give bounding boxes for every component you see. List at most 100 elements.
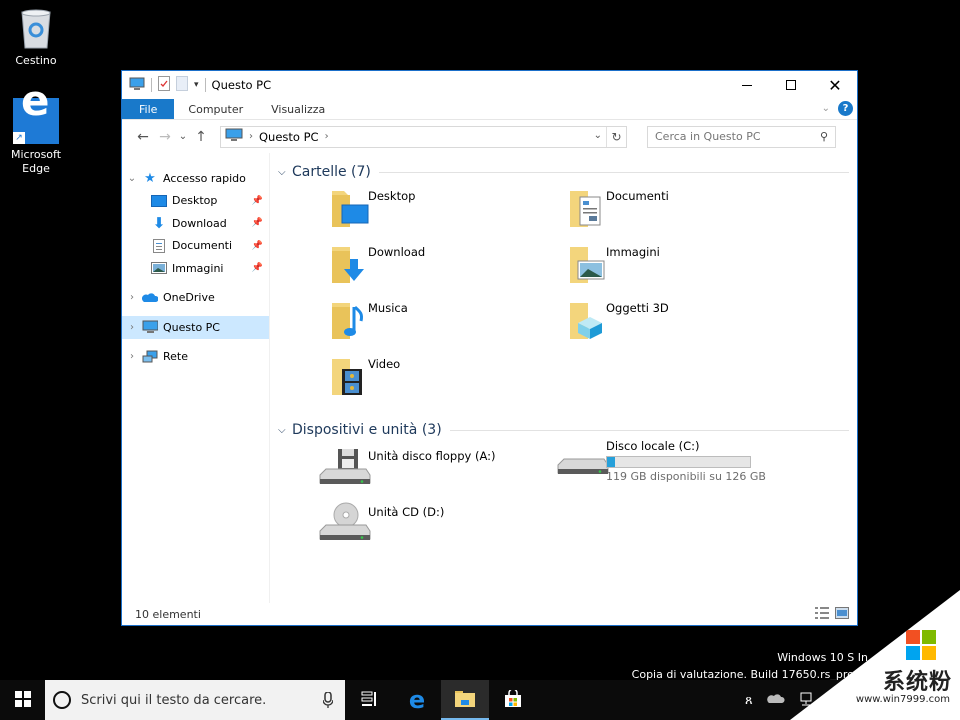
taskbar-store-button[interactable] <box>489 680 537 720</box>
build-watermark-line1: Windows 10 S In <box>777 651 868 664</box>
search-input[interactable]: Cerca in Questo PC ⚲ <box>647 125 836 148</box>
sidebar-item-documents[interactable]: Documenti 📌 <box>122 235 269 258</box>
breadcrumb-chevron[interactable]: › <box>249 131 253 142</box>
recycle-bin-icon <box>18 8 54 50</box>
group-header-devices[interactable]: ⌵ Dispositivi e unità (3) <box>278 421 857 439</box>
item-label: Unità CD (D:) <box>368 505 445 519</box>
item-label: Download <box>368 245 426 259</box>
tab-computer[interactable]: Computer <box>174 99 257 119</box>
cortana-icon <box>53 691 71 709</box>
folder-3d-objects-icon <box>564 297 612 345</box>
folder-desktop[interactable]: Desktop <box>326 185 566 241</box>
sidebar-item-network[interactable]: › Rete <box>122 346 269 369</box>
group-title: Cartelle (7) <box>292 164 371 180</box>
folder-video[interactable]: Video <box>326 353 566 409</box>
sidebar-item-download[interactable]: ⬇ Download 📌 <box>122 212 269 235</box>
address-dropdown-icon[interactable]: ⌄ <box>594 130 602 141</box>
storage-usage-bar <box>606 456 751 468</box>
item-label: Disco locale (C:) <box>606 439 700 453</box>
folder-documents[interactable]: Documenti <box>564 185 804 241</box>
sidebar-item-onedrive[interactable]: › OneDrive <box>122 287 269 310</box>
folder-download[interactable]: Download <box>326 241 566 297</box>
expand-ribbon-icon[interactable]: ⌄ <box>822 103 830 114</box>
pin-icon[interactable]: 📌 <box>252 196 263 206</box>
minimize-icon <box>742 84 752 86</box>
pin-icon[interactable]: 📌 <box>252 263 263 273</box>
cd-drive-icon <box>318 501 374 549</box>
windows-logo-icon <box>14 690 31 710</box>
sidebar-item-quick-access[interactable]: ⌄ ★ Accesso rapido <box>122 167 269 190</box>
taskbar-file-explorer-button[interactable] <box>441 680 489 720</box>
chevron-right-icon[interactable]: › <box>122 292 142 303</box>
group-header-folders[interactable]: ⌵ Cartelle (7) <box>278 163 857 181</box>
breadcrumb-chevron[interactable]: › <box>325 131 329 142</box>
task-view-icon <box>361 691 377 710</box>
refresh-icon: ↻ <box>611 129 622 144</box>
properties-icon[interactable] <box>158 76 170 94</box>
chevron-down-icon[interactable]: ⌵ <box>278 167 292 178</box>
up-button[interactable]: ↑ <box>190 129 212 145</box>
chevron-right-icon[interactable]: › <box>122 351 142 362</box>
recent-locations-button[interactable]: ⌄ <box>176 131 190 142</box>
folder-3d-objects[interactable]: Oggetti 3D <box>564 297 804 353</box>
maximize-button[interactable] <box>769 71 813 99</box>
item-label: Desktop <box>368 189 416 203</box>
sidebar-item-label: Immagini <box>172 261 224 275</box>
folder-desktop-icon <box>326 185 374 233</box>
title-bar[interactable]: ▾ Questo PC ✕ <box>122 71 857 99</box>
close-button[interactable]: ✕ <box>813 71 857 99</box>
minimize-button[interactable] <box>725 71 769 99</box>
tab-file[interactable]: File <box>122 99 175 119</box>
task-view-button[interactable] <box>345 680 393 720</box>
microphone-icon[interactable] <box>322 691 334 712</box>
details-view-icon[interactable] <box>815 607 829 622</box>
people-icon[interactable]: ጸ <box>745 693 753 708</box>
new-folder-icon[interactable] <box>176 76 188 94</box>
large-icons-view-icon[interactable] <box>835 607 849 622</box>
customize-quick-access-icon[interactable]: ▾ <box>194 80 199 90</box>
address-bar[interactable]: › Questo PC › ⌄ ↻ <box>220 125 627 148</box>
taskbar-search-input[interactable]: Scrivi qui il testo da cercare. <box>45 680 345 720</box>
close-icon: ✕ <box>828 75 842 95</box>
divider <box>449 429 849 431</box>
sidebar-item-pictures[interactable]: Immagini 📌 <box>122 257 269 280</box>
desktop-icon-edge[interactable]: e ↗ Microsoft Edge <box>0 80 72 176</box>
sidebar-item-label: OneDrive <box>163 291 215 305</box>
chevron-right-icon[interactable]: › <box>122 322 142 333</box>
search-icon: ⚲ <box>819 129 828 143</box>
chevron-down-icon[interactable]: ⌵ <box>278 425 292 436</box>
desktop-icon-recycle-bin[interactable]: Cestino <box>0 8 72 68</box>
chevron-down-icon[interactable]: ⌄ <box>122 173 142 184</box>
pin-icon[interactable]: 📌 <box>252 218 263 228</box>
folder-music[interactable]: Musica <box>326 297 566 353</box>
item-label: Immagini <box>606 245 660 259</box>
drive-floppy[interactable]: Unità disco floppy (A:) <box>318 445 558 501</box>
refresh-button[interactable]: ↻ <box>606 126 626 147</box>
onedrive-icon <box>142 291 158 305</box>
desktop-icon <box>151 194 167 208</box>
pictures-icon <box>151 261 167 275</box>
sidebar-item-this-pc[interactable]: › Questo PC <box>122 316 269 339</box>
help-icon[interactable]: ? <box>838 101 853 116</box>
onedrive-tray-icon[interactable] <box>766 693 785 707</box>
desktop-icon-label: Cestino <box>15 54 57 67</box>
desktop-icon-label: Microsoft Edge <box>10 148 62 175</box>
sidebar-item-desktop[interactable]: Desktop 📌 <box>122 190 269 213</box>
forward-button[interactable]: → <box>154 129 176 145</box>
back-button[interactable]: ← <box>132 129 154 145</box>
breadcrumb-this-pc[interactable]: Questo PC <box>259 130 319 144</box>
file-explorer-icon <box>455 690 475 710</box>
taskbar-edge-button[interactable]: e <box>393 680 441 720</box>
pin-icon[interactable]: 📌 <box>252 241 263 251</box>
window-title: Questo PC <box>211 78 272 92</box>
floppy-drive-icon <box>318 445 374 493</box>
sidebar-item-label: Documenti <box>172 239 233 253</box>
drive-local-c[interactable]: Disco locale (C:) 119 GB disponibili su … <box>556 439 816 495</box>
search-placeholder: Cerca in Questo PC <box>655 130 761 143</box>
folder-pictures[interactable]: Immagini <box>564 241 804 297</box>
edge-icon: e <box>408 686 426 714</box>
start-button[interactable] <box>0 680 45 720</box>
content-pane: ⌵ Cartelle (7) Desktop Documenti Downloa… <box>270 153 857 603</box>
tab-view[interactable]: Visualizza <box>257 99 339 119</box>
drive-cd[interactable]: Unità CD (D:) <box>318 501 558 557</box>
